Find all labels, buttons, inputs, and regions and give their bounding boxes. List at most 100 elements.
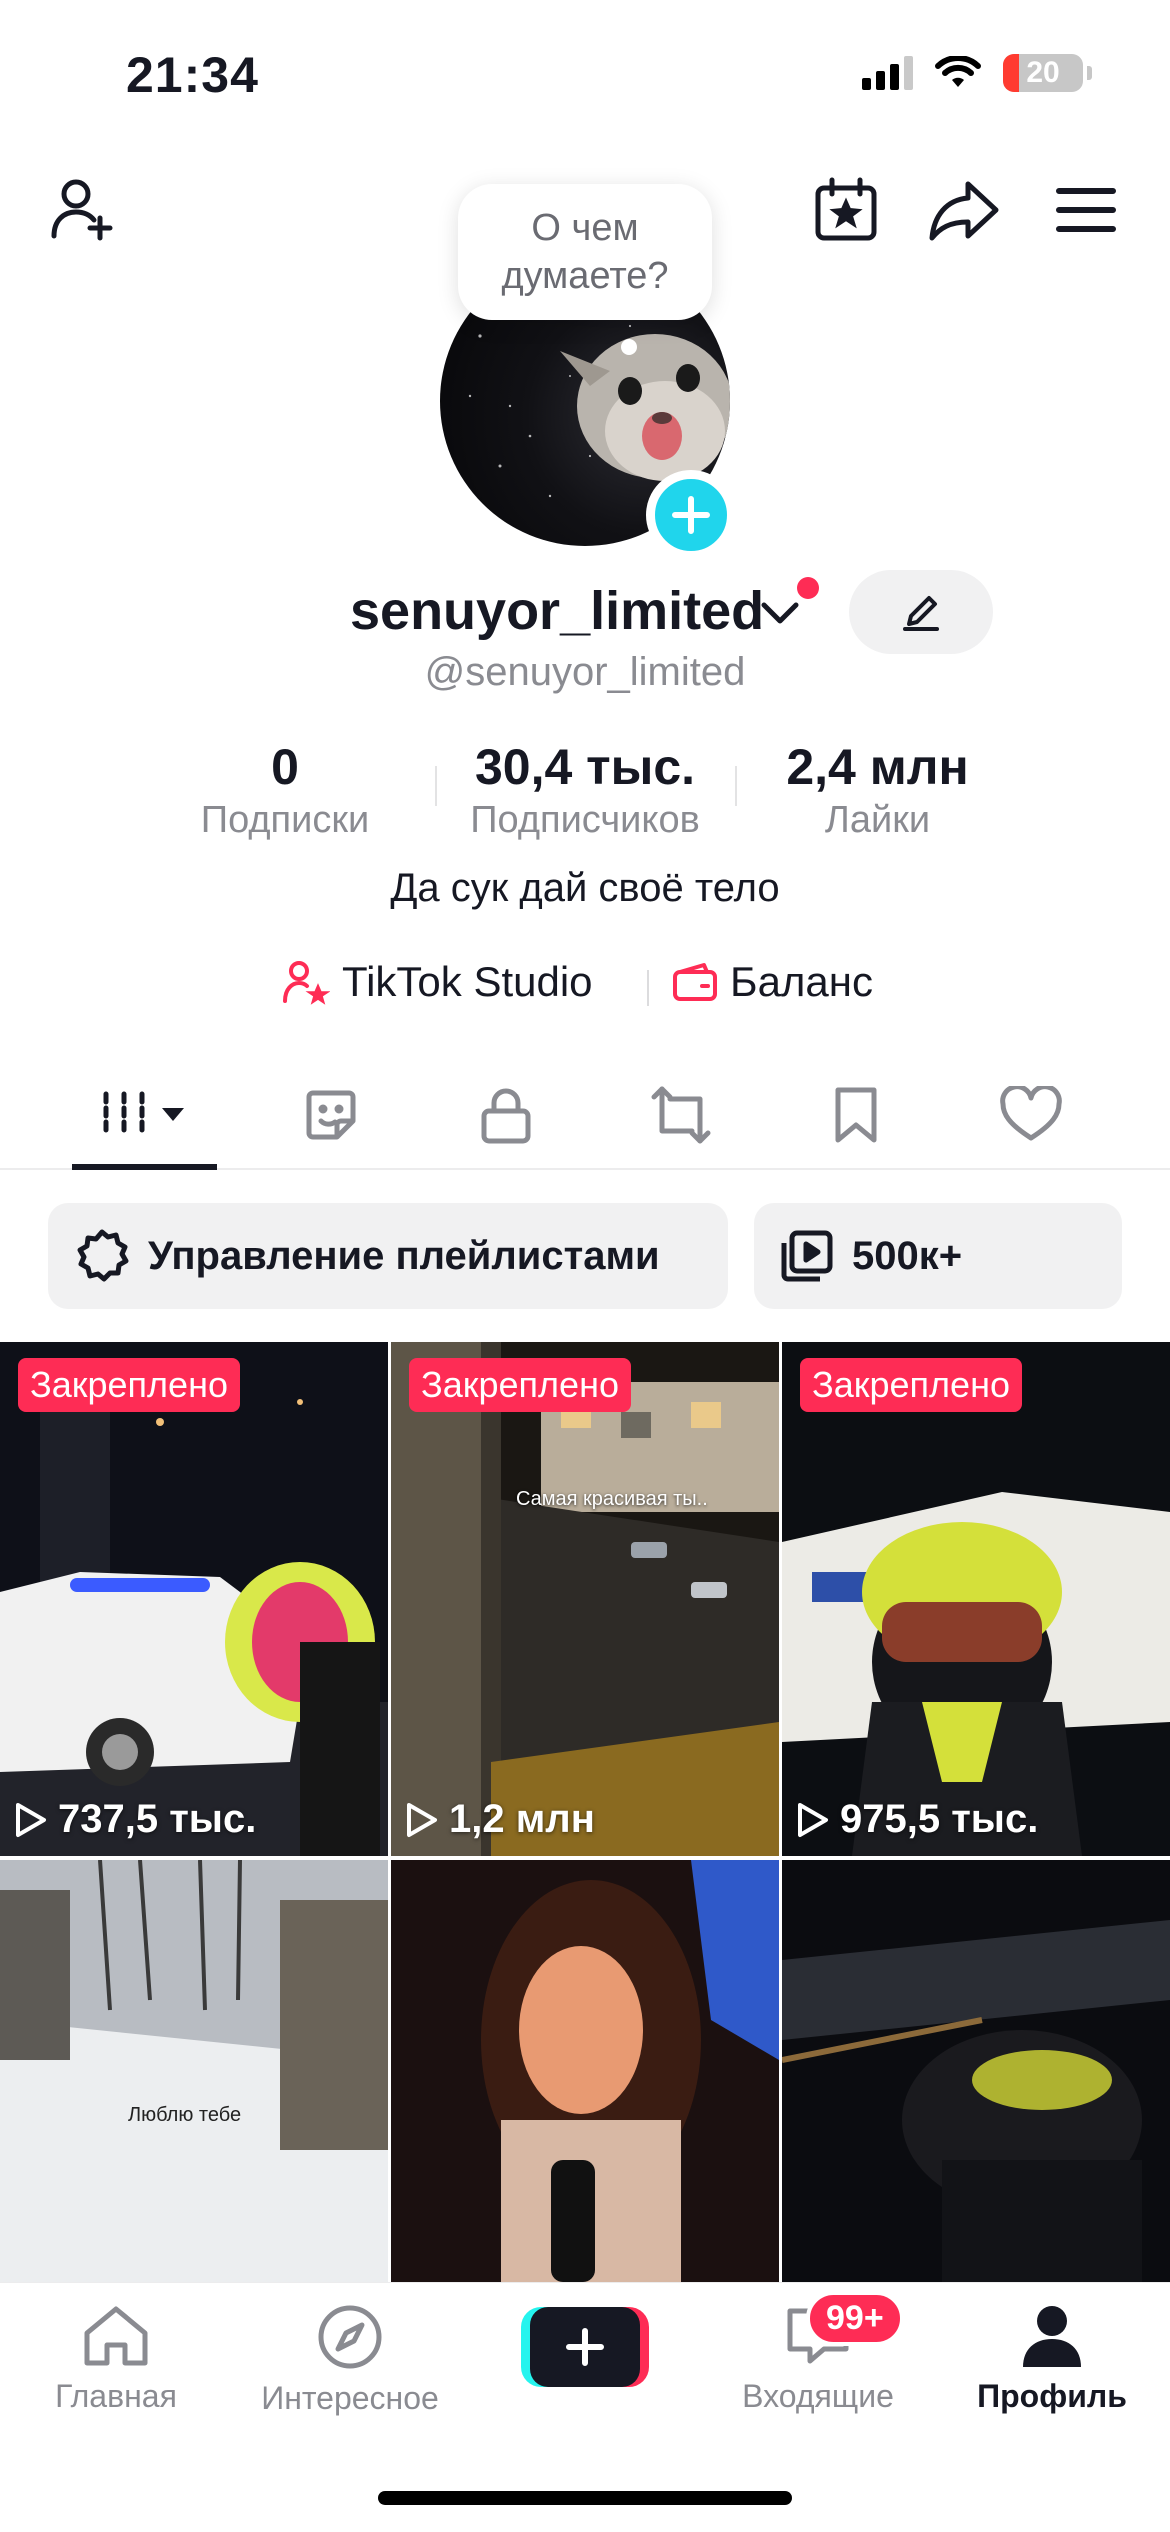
stat-value: 2,4 млн	[786, 739, 969, 795]
share-icon	[929, 181, 999, 241]
video-caption: Самая красивая ты..	[516, 1488, 708, 1510]
play-icon	[16, 1802, 46, 1837]
video-thumbnail	[782, 1860, 1170, 2282]
thought-bubble-dot	[621, 339, 637, 355]
tiktok-studio-label: TikTok Studio	[342, 958, 593, 1005]
heart-icon	[999, 1086, 1062, 1141]
playlist-count-button[interactable]: 500к+	[754, 1203, 1122, 1309]
create-button[interactable]	[521, 2307, 649, 2387]
calendar-button[interactable]	[806, 170, 886, 250]
playlist-icon	[781, 1230, 833, 1282]
plus-icon	[566, 2328, 604, 2366]
notification-dot	[797, 577, 819, 599]
thought-bubble[interactable]: О чем думаете?	[458, 184, 712, 320]
video-caption: Люблю тебе	[128, 2104, 242, 2126]
gear-icon	[77, 1229, 129, 1282]
menu-button[interactable]	[1046, 170, 1126, 250]
video-tile[interactable]: Самая красивая ты.. Закреплено 1,2 млн	[391, 1342, 779, 1856]
status-icons: 20	[862, 54, 1092, 92]
nav-profile[interactable]: Профиль	[952, 2303, 1152, 2415]
username[interactable]: senuyor_limited	[350, 580, 764, 642]
balance-link[interactable]: Баланс	[672, 958, 873, 1006]
view-count-value: 737,5 тыс.	[58, 1797, 257, 1841]
username-row: senuyor_limited	[0, 580, 1170, 650]
video-thumbnail	[0, 1342, 388, 1856]
balance-label: Баланс	[730, 958, 873, 1005]
share-button[interactable]	[924, 170, 1004, 250]
manage-playlists-label: Управление плейлистами	[148, 1233, 660, 1278]
tab-reposts[interactable]	[593, 1060, 768, 1170]
nav-home[interactable]: Главная	[16, 2303, 216, 2415]
play-icon	[407, 1802, 437, 1837]
play-icon	[798, 1802, 828, 1837]
profile-bio: Да сук дай своё тело	[390, 866, 780, 910]
pinned-badge: Закреплено	[800, 1358, 1022, 1412]
lock-icon	[481, 1088, 530, 1144]
add-avatar-button[interactable]	[646, 470, 736, 560]
thought-bubble-text: О чем думаете?	[501, 207, 669, 297]
tab-private[interactable]	[418, 1060, 593, 1170]
inbox-badge: 99+	[806, 2291, 904, 2346]
tab-saved[interactable]	[768, 1060, 943, 1170]
nav-label: Интересное	[261, 2380, 439, 2416]
view-count: 1,2 млн	[405, 1797, 595, 1842]
video-tile[interactable]: Закреплено 975,5 тыс.	[782, 1342, 1170, 1856]
add-user-icon	[51, 179, 113, 241]
stat-label: Подписчиков	[470, 799, 700, 841]
profile-stats: 0 Подписки 30,4 тыс. Подписчиков 2,4 млн…	[160, 738, 1010, 841]
battery-percent: 20	[1026, 56, 1060, 89]
sticker-icon	[306, 1090, 355, 1140]
active-tab-indicator	[72, 1164, 217, 1170]
wifi-icon	[935, 56, 981, 87]
nav-label: Профиль	[977, 2378, 1127, 2414]
creator-star-icon	[283, 961, 330, 1005]
profile-icon	[1023, 2306, 1081, 2367]
chevron-down-icon[interactable]	[760, 600, 800, 626]
playlist-count-label: 500к+	[852, 1233, 963, 1278]
status-bar: 21:34 20	[0, 0, 1170, 150]
video-thumbnail	[0, 1860, 388, 2282]
video-thumbnail	[391, 1860, 779, 2282]
status-time: 21:34	[126, 47, 259, 103]
view-count: 737,5 тыс.	[14, 1797, 256, 1842]
video-thumbnail	[782, 1342, 1170, 1856]
plus-icon	[672, 496, 710, 534]
pinned-badge: Закреплено	[18, 1358, 240, 1412]
profile-tabs	[0, 1060, 1170, 1170]
home-indicator	[378, 2491, 792, 2505]
stat-followers[interactable]: 30,4 тыс. Подписчиков	[450, 738, 720, 844]
edit-profile-button[interactable]	[849, 570, 993, 654]
calendar-star-icon	[815, 177, 877, 241]
add-friend-button[interactable]	[44, 170, 124, 250]
tab-stickers[interactable]	[243, 1060, 418, 1170]
view-count: 975,5 тыс.	[796, 1797, 1038, 1842]
profile-handle: @senuyor_limited	[424, 650, 746, 694]
stat-following[interactable]: 0 Подписки	[160, 738, 410, 844]
nav-discover[interactable]: Интересное	[250, 2303, 450, 2417]
video-thumbnail	[391, 1342, 779, 1856]
pencil-icon	[903, 596, 939, 631]
stat-label: Лайки	[824, 799, 931, 841]
stat-label: Подписки	[200, 799, 370, 841]
bookmark-icon	[835, 1087, 876, 1143]
wallet-icon	[673, 963, 717, 1001]
video-tile[interactable]: Закреплено 737,5 тыс.	[0, 1342, 388, 1856]
repost-icon	[651, 1086, 710, 1144]
nav-label: Главная	[55, 2378, 177, 2414]
compass-icon	[318, 2305, 382, 2369]
stat-likes[interactable]: 2,4 млн Лайки	[755, 738, 1000, 844]
nav-label: Входящие	[742, 2378, 894, 2414]
grid-icon	[103, 1091, 184, 1139]
home-icon	[84, 2306, 148, 2366]
profile-links: TikTok Studio Баланс	[0, 958, 1170, 1018]
pinned-badge: Закреплено	[409, 1358, 631, 1412]
cellular-signal-icon	[862, 56, 913, 90]
view-count-value: 975,5 тыс.	[840, 1797, 1039, 1841]
battery-icon: 20	[1003, 54, 1083, 92]
tiktok-studio-link[interactable]: TikTok Studio	[282, 958, 593, 1006]
stat-value: 0	[271, 739, 299, 795]
hamburger-menu-icon	[1056, 188, 1116, 232]
tab-liked[interactable]	[943, 1060, 1118, 1170]
tab-videos[interactable]	[58, 1060, 233, 1170]
manage-playlists-button[interactable]: Управление плейлистами	[48, 1203, 728, 1309]
